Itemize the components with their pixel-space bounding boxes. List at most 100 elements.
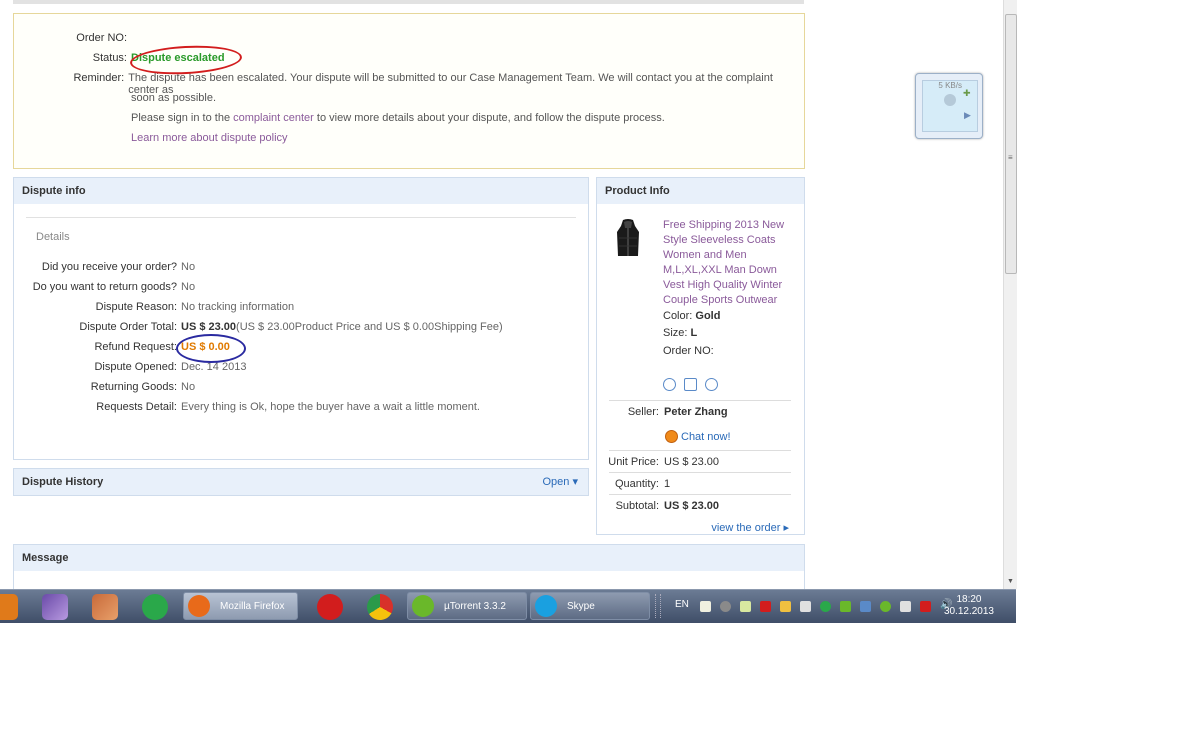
signin-text-before: Please sign in to the [131, 112, 234, 124]
message-title: Message [14, 545, 804, 571]
product-title-link[interactable]: Free Shipping 2013 New Style Sleeveless … [663, 218, 793, 308]
chrome-icon[interactable] [367, 594, 393, 620]
blue-annotation-circle [176, 334, 246, 363]
unit-price-row: Unit Price: US $ 23.00 [597, 455, 793, 469]
taskbar-button-label: µTorrent 3.3.2 [444, 601, 506, 612]
details-divider [26, 217, 576, 218]
flag-tray-icon[interactable] [920, 601, 931, 612]
color-row: Color: Gold [663, 309, 720, 323]
seller-label: Seller: [627, 406, 659, 418]
size-value: L [690, 327, 698, 339]
chat-icon [665, 430, 678, 443]
subtotal-value: US $ 23.00 [664, 500, 720, 512]
taskbar-utorrent-button[interactable]: µTorrent 3.3.2 [407, 592, 527, 620]
unit-price-value: US $ 23.00 [664, 456, 720, 468]
display-tray-icon[interactable] [800, 601, 811, 612]
detail-row: Do you want to return goods? No [14, 280, 195, 294]
link-icon[interactable] [705, 378, 718, 391]
taskbar-clock[interactable]: 18:20 30.12.2013 [944, 594, 994, 618]
detail-row: Dispute Order Total: US $ 23.00 (US $ 23… [14, 320, 502, 334]
signin-text-after: to view more details about your dispute,… [313, 112, 665, 124]
reminder-line-2: soon as possible. [131, 92, 216, 104]
detail-value: No [181, 281, 196, 293]
signin-row: Please sign in to the complaint center t… [131, 112, 665, 124]
detail-label: Refund Request: [94, 341, 177, 353]
game-app-icon[interactable] [92, 594, 118, 620]
skype-icon [535, 595, 557, 617]
view-order-link[interactable]: view the order ▸ [711, 521, 789, 534]
product-info-panel: Product Info Free Shipping 2013 New Styl… [596, 177, 805, 535]
detail-label: Dispute Opened: [94, 361, 177, 373]
scroll-down-arrow-icon[interactable]: ▼ [1005, 578, 1016, 588]
tray-separator [655, 594, 661, 618]
dispute-history-title: Dispute History [22, 476, 104, 488]
language-indicator[interactable]: EN [675, 599, 689, 610]
seller-value: Peter Zhang [664, 406, 728, 418]
chat-now-button[interactable]: Chat now! [665, 430, 731, 443]
folder-tray-icon[interactable] [780, 601, 791, 612]
details-title: Details [36, 231, 70, 243]
dispute-history-panel: Dispute History Open ▾ [13, 468, 589, 496]
history-open-toggle[interactable]: Open ▾ [542, 469, 578, 495]
top-divider [13, 0, 804, 4]
detail-row: Requests Detail: Every thing is Ok, hope… [14, 400, 480, 414]
opera-icon[interactable] [317, 594, 343, 620]
reminder-line-1: The dispute has been escalated. Your dis… [128, 72, 773, 96]
at-mail-icon[interactable] [142, 594, 168, 620]
visual-studio-icon[interactable] [42, 594, 68, 620]
order-no-row: Order NO: [14, 32, 131, 44]
scrollbar-thumb[interactable]: ≡ [1005, 14, 1017, 274]
vertical-scrollbar[interactable]: ≡ ▼ [1003, 0, 1017, 589]
pdf-tray-icon[interactable] [760, 601, 771, 612]
product-order-no-row: Order NO: [663, 344, 714, 358]
subtotal-label: Subtotal: [615, 500, 659, 512]
clock-date: 30.12.2013 [943, 606, 994, 617]
clock-time: 18:20 [956, 594, 982, 605]
product-action-icons [663, 378, 718, 391]
plus-icon[interactable]: ✚ [963, 88, 971, 99]
taskbar-firefox-button[interactable]: Mozilla Firefox [183, 592, 298, 620]
open-label: Open [542, 476, 570, 488]
product-divider [609, 400, 791, 401]
order-no-label: Order NO: [76, 32, 127, 44]
archive-icon[interactable] [684, 378, 697, 391]
detail-label: Dispute Order Total: [79, 321, 177, 333]
speed-meter-widget[interactable]: 5 KB/s ✚ ▶ [915, 73, 983, 139]
eye-tray-icon[interactable] [720, 601, 731, 612]
taskbar-button-label: Skype [567, 601, 595, 612]
status-label: Status: [92, 52, 127, 64]
reminder-row-2: soon as possible. [131, 92, 216, 104]
alarm-clock-icon[interactable] [663, 378, 676, 391]
shield-tray-icon[interactable] [840, 601, 851, 612]
chat-now-label: Chat now! [681, 430, 731, 443]
utorrent-tray-icon[interactable] [880, 601, 891, 612]
notes-tray-icon[interactable] [740, 601, 751, 612]
green-circle-tray-icon[interactable] [820, 601, 831, 612]
complaint-center-link[interactable]: complaint center [233, 112, 314, 124]
dispute-history-header: Dispute History Open ▾ [14, 469, 588, 495]
detail-label: Requests Detail: [96, 401, 177, 413]
device-tray-icon[interactable] [900, 601, 911, 612]
size-label: Size: [663, 327, 688, 339]
browser-viewport: Order NO: Status: Dispute escalated Remi… [0, 0, 1003, 589]
windows-taskbar: Mozilla Firefox µTorrent 3.3.2 Skype EN … [0, 589, 1016, 623]
view-order-label: view the order [711, 522, 781, 534]
grip-icon: ≡ [1008, 153, 1013, 162]
detail-label: Returning Goods: [90, 381, 177, 393]
notepad-tray-icon[interactable] [700, 601, 711, 612]
detail-label: Dispute Reason: [95, 301, 177, 313]
system-tray: EN 🔊 18:20 30.12.2013 [655, 590, 1016, 623]
detail-row: Did you receive your order? No [14, 260, 195, 274]
dispute-policy-link[interactable]: Learn more about dispute policy [131, 132, 288, 144]
quantity-value: 1 [664, 478, 671, 490]
play-icon[interactable]: ▶ [964, 110, 971, 121]
product-divider [609, 494, 791, 495]
product-divider [609, 472, 791, 473]
dispute-status-box: Order NO: Status: Dispute escalated Remi… [13, 13, 805, 169]
product-divider [609, 450, 791, 451]
taskbar-skype-button[interactable]: Skype [530, 592, 650, 620]
network-tray-icon[interactable] [860, 601, 871, 612]
subtotal-row: Subtotal: US $ 23.00 [597, 499, 793, 513]
product-thumbnail[interactable] [615, 218, 641, 260]
media-player-icon[interactable] [0, 594, 18, 620]
